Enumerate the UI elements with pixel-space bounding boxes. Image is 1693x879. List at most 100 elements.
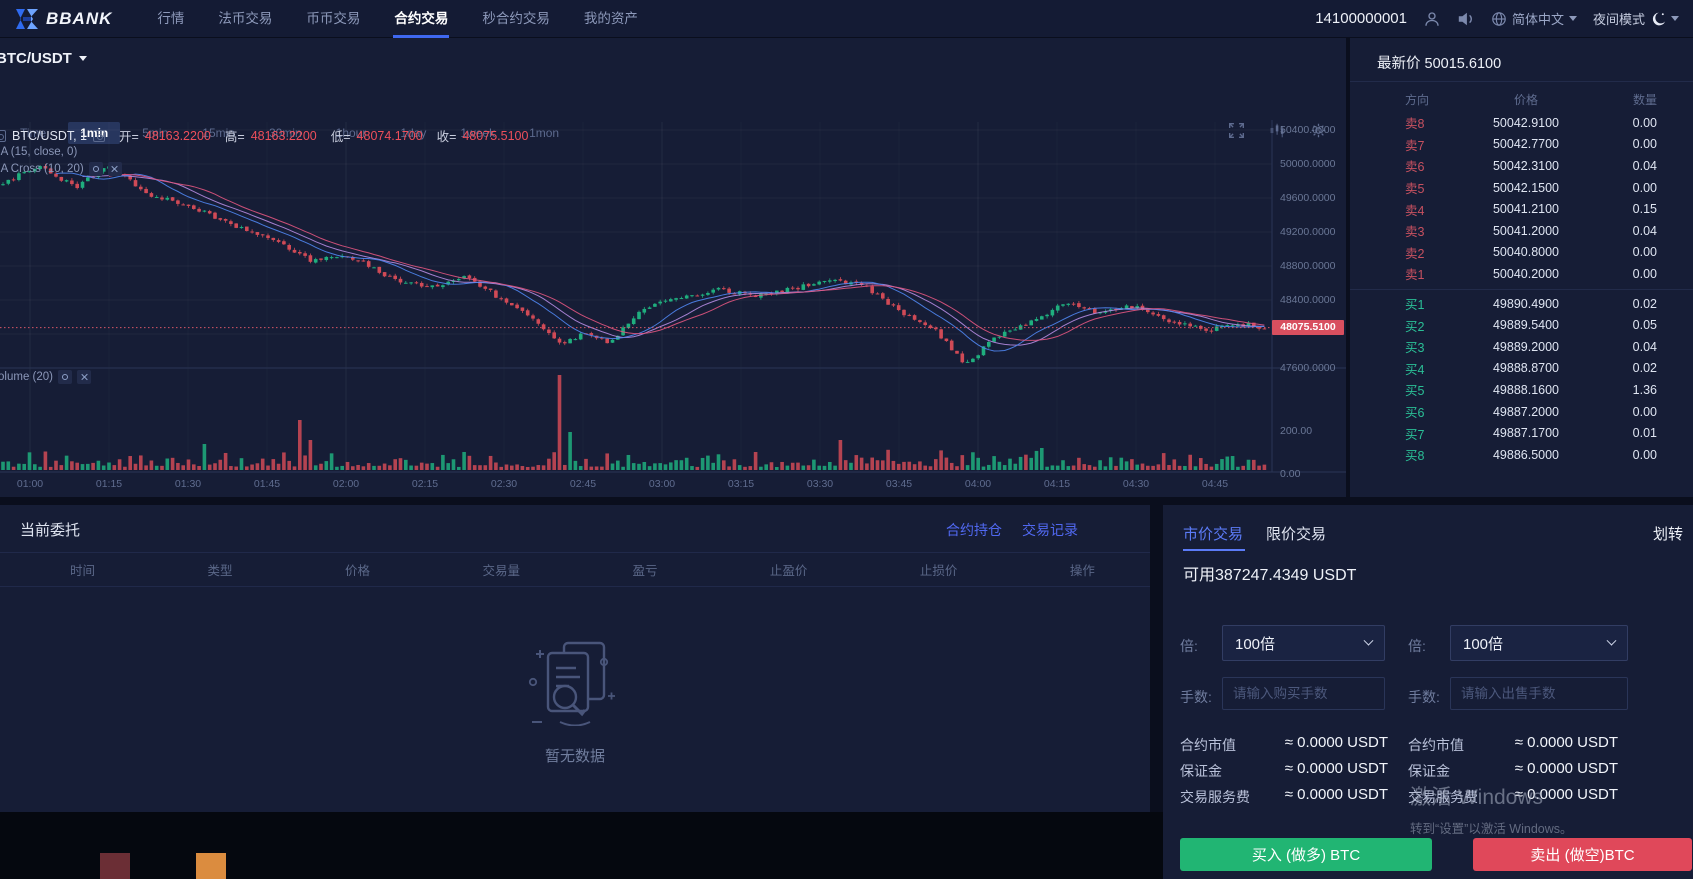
bid-row[interactable]: 买649887.20000.00 xyxy=(1350,401,1693,423)
chart-panel: BTC/USDT Time1min5min15min30min1hour1day… xyxy=(0,38,1346,497)
nav-item[interactable]: 法币交易 xyxy=(201,0,289,38)
ask-row[interactable]: 卖650042.31000.04 xyxy=(1350,155,1693,177)
ma-cross-indicator-label: MA Cross (10, 20) xyxy=(0,162,122,176)
contract-value-label: 合约市值 xyxy=(1408,735,1464,755)
ask-row[interactable]: 卖550042.15000.00 xyxy=(1350,177,1693,199)
orders-column-header: 操作 xyxy=(1070,560,1095,579)
speaker-icon[interactable] xyxy=(1457,11,1475,27)
buy-lots-input[interactable] xyxy=(1222,677,1385,710)
bids-list: 买149890.49000.02买249889.54000.05买349889.… xyxy=(1350,293,1693,466)
ohlc-legend: BTC/USDT, 1 开=48163.2200 高=48163.2200 低=… xyxy=(0,126,528,145)
nav-item[interactable]: 币币交易 xyxy=(289,0,377,38)
order-price: 49888.1600 xyxy=(1465,383,1587,397)
nav-item[interactable]: 秒合约交易 xyxy=(465,0,567,38)
chevron-down-icon xyxy=(1569,16,1577,21)
ma-indicator-label: MA (15, close, 0) xyxy=(0,146,77,158)
chart-canvas[interactable]: BTC/USDT, 1 开=48163.2200 高=48163.2200 低=… xyxy=(0,156,1346,497)
brand-name: BBANK xyxy=(46,9,112,29)
theme-mode-switcher[interactable]: 夜间模式 xyxy=(1593,9,1679,28)
navbar: BBANK 行情法币交易币币交易合约交易秒合约交易我的资产 1410000000… xyxy=(0,0,1693,38)
indicator-settings-icon[interactable] xyxy=(58,370,72,384)
bid-row[interactable]: 买549888.16001.36 xyxy=(1350,379,1693,401)
time-tick-label: 01:30 xyxy=(168,478,208,490)
legend-eye-icon[interactable] xyxy=(93,130,105,142)
sell-short-button[interactable]: 卖出 (做空)BTC xyxy=(1473,838,1692,871)
orders-column-header: 类型 xyxy=(207,560,232,579)
orders-column-header: 时间 xyxy=(70,560,95,579)
order-price: 49889.2000 xyxy=(1465,340,1587,354)
bid-row[interactable]: 买149890.49000.02 xyxy=(1350,293,1693,315)
order-price: 49888.8700 xyxy=(1465,361,1587,375)
moon-icon xyxy=(1650,11,1666,27)
order-side: 卖1 xyxy=(1405,264,1465,283)
buy-long-button[interactable]: 买入 (做多) BTC xyxy=(1180,838,1432,871)
close-label: 收= xyxy=(437,126,457,145)
globe-icon xyxy=(1491,11,1507,27)
price-tick-label: 47600.0000 xyxy=(1280,362,1335,374)
order-side: 买7 xyxy=(1405,424,1465,443)
bid-row[interactable]: 买449888.87000.02 xyxy=(1350,358,1693,380)
margin-value: ≈ 0.0000 USDT xyxy=(1285,760,1388,777)
order-price: 49887.1700 xyxy=(1465,426,1587,440)
bid-row[interactable]: 买249889.54000.05 xyxy=(1350,314,1693,336)
tab-market-order[interactable]: 市价交易 xyxy=(1183,523,1243,544)
order-price: 49886.5000 xyxy=(1465,448,1587,462)
low-label: 低= xyxy=(331,126,351,145)
nav-item[interactable]: 合约交易 xyxy=(377,0,465,38)
horizontal-divider xyxy=(0,497,1693,505)
indicator-close-icon[interactable] xyxy=(108,162,122,176)
nav-item[interactable]: 行情 xyxy=(140,0,201,38)
ask-row[interactable]: 卖750042.77000.00 xyxy=(1350,134,1693,156)
low-value: 48074.1700 xyxy=(357,129,423,143)
time-tick-label: 03:30 xyxy=(800,478,840,490)
leverage-select-buy[interactable]: 100倍 xyxy=(1222,625,1385,661)
brand-logo[interactable]: BBANK xyxy=(14,7,112,31)
tab-limit-order[interactable]: 限价交易 xyxy=(1266,523,1326,544)
leverage-select-sell[interactable]: 100倍 xyxy=(1450,625,1628,661)
last-price-badge: 48075.5100 xyxy=(1272,320,1344,335)
order-amount: 0.00 xyxy=(1587,137,1657,151)
user-icon[interactable] xyxy=(1423,10,1441,28)
bid-row[interactable]: 买749887.17000.01 xyxy=(1350,422,1693,444)
orders-tab-link[interactable]: 交易记录 xyxy=(1022,520,1078,540)
orders-column-header: 止损价 xyxy=(920,560,958,579)
ask-row[interactable]: 卖850042.91000.00 xyxy=(1350,112,1693,134)
fee-value: ≈ 0.0000 USDT xyxy=(1285,786,1388,803)
contract-value-label: 合约市值 xyxy=(1180,735,1236,755)
time-tick-label: 03:00 xyxy=(642,478,682,490)
language-switcher[interactable]: 简体中文 xyxy=(1491,9,1577,28)
ask-row[interactable]: 卖350041.20000.04 xyxy=(1350,220,1693,242)
active-tab-underline xyxy=(1183,549,1245,551)
orderbook-column-header: 方向 xyxy=(1405,91,1465,108)
indicator-close-icon[interactable] xyxy=(77,370,91,384)
contract-value: ≈ 0.0000 USDT xyxy=(1285,734,1388,751)
pair-selector[interactable]: BTC/USDT xyxy=(0,50,87,67)
order-side: 买8 xyxy=(1405,445,1465,464)
price-tick-label: 49600.0000 xyxy=(1280,192,1335,204)
transfer-link[interactable]: 划转 xyxy=(1653,523,1683,544)
sell-lots-input[interactable] xyxy=(1450,677,1628,710)
ask-row[interactable]: 卖150040.20000.00 xyxy=(1350,263,1693,285)
bottom-strip xyxy=(0,812,1163,879)
order-side: 卖5 xyxy=(1405,178,1465,197)
ask-row[interactable]: 卖450041.21000.15 xyxy=(1350,198,1693,220)
account-id: 14100000001 xyxy=(1315,10,1407,27)
volume-tick-label: 0.00 xyxy=(1280,468,1300,480)
nav-item[interactable]: 我的资产 xyxy=(567,0,655,38)
bid-row[interactable]: 买349889.20000.04 xyxy=(1350,336,1693,358)
time-tick-label: 03:45 xyxy=(879,478,919,490)
leverage-label: 倍: xyxy=(1408,636,1426,656)
pair-label: BTC/USDT xyxy=(0,50,72,67)
nav-menu: 行情法币交易币币交易合约交易秒合约交易我的资产 xyxy=(140,0,655,38)
time-tick-label: 01:45 xyxy=(247,478,287,490)
orders-tab-link[interactable]: 合约持仓 xyxy=(946,520,1002,540)
ask-row[interactable]: 卖250040.80000.00 xyxy=(1350,242,1693,264)
order-amount: 0.01 xyxy=(1587,426,1657,440)
open-label: 开= xyxy=(119,126,139,145)
order-side: 买1 xyxy=(1405,294,1465,313)
open-orders-panel: 当前委托 合约持仓交易记录 时间类型价格交易量盈亏止盈价止损价操作 暂无数据 xyxy=(0,505,1150,812)
bid-row[interactable]: 买849886.50000.00 xyxy=(1350,444,1693,466)
indicator-settings-icon[interactable] xyxy=(89,162,103,176)
time-tick-label: 02:45 xyxy=(563,478,603,490)
order-side: 买5 xyxy=(1405,380,1465,399)
